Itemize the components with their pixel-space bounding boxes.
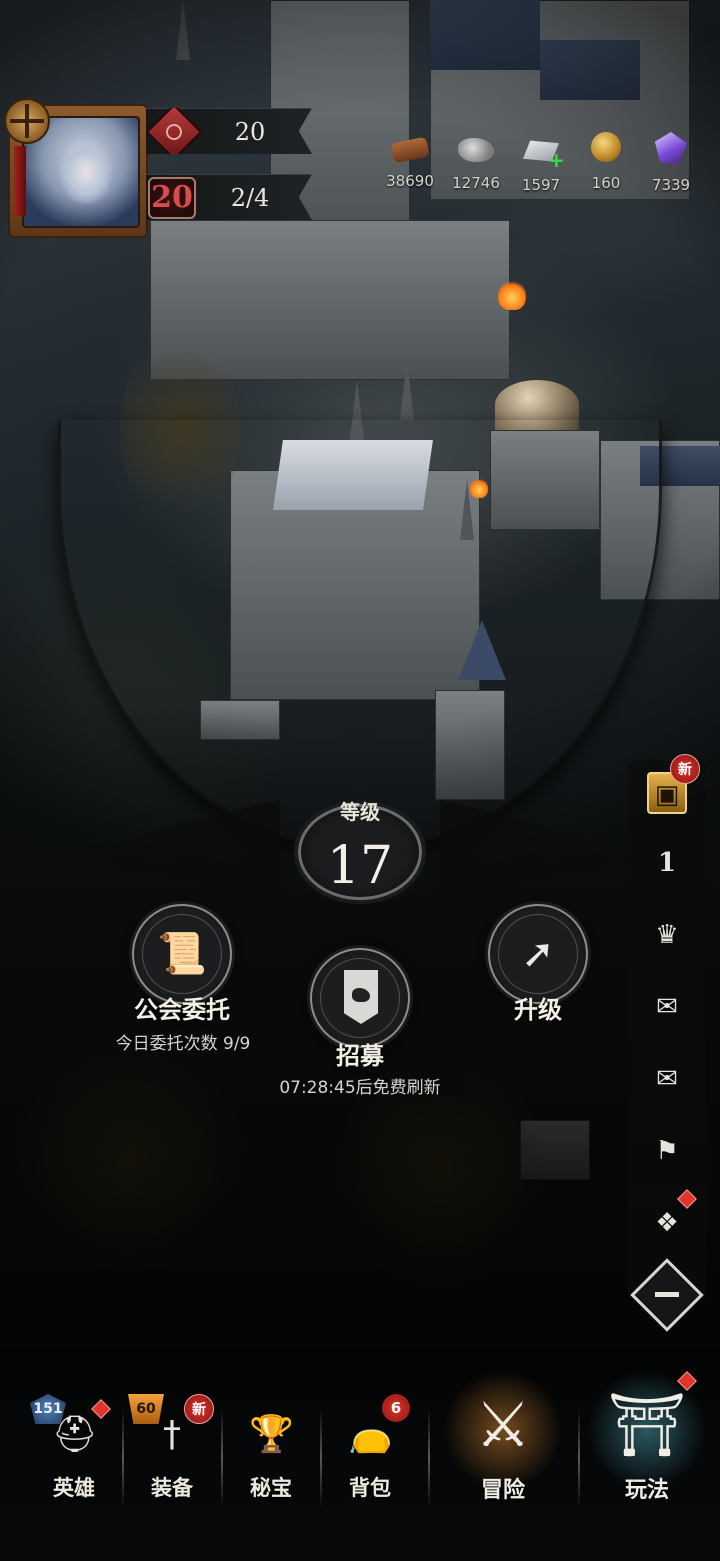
crossed-swords-icon: ⚔ [475,1388,531,1461]
knight-helmet-icon: ⛑ [52,1414,98,1455]
town-level-label: 等级 [340,800,380,824]
nav-gameplay-label: 玩法 [624,1478,669,1503]
nav-heroes[interactable]: 151 ⛑ 英雄 [24,1390,124,1520]
town-level-value: 17 [326,836,394,896]
level-badge: 20 [148,177,196,219]
chalice-icon: 🏆 [249,1414,294,1455]
gothic-arch-icon: ⛩ [607,1388,687,1461]
sidebar-collapse-button[interactable] [630,1258,704,1332]
sidebar-quest[interactable]: ✉ [628,976,706,1038]
scroll-quest-icon: ✉ [656,992,678,1022]
scroll-icon: 📜 [157,931,207,977]
recruit-button[interactable] [310,948,410,1048]
upgrade-label: 升级 [514,996,562,1024]
nav-equipment-label: 装备 [151,1476,193,1500]
resource-iron[interactable]: + 1597 [506,132,576,194]
guild-commission-button[interactable]: 📜 [132,904,232,1004]
resource-stone[interactable]: 12746 [441,132,511,192]
nav-bag[interactable]: 6 👝 背包 [320,1390,420,1520]
guild-commission-label: 公会委托 [134,996,230,1024]
crown-ribbon-icon: ♛ [655,920,679,950]
power-value: 20 [234,118,266,146]
resource-value: 12746 [452,174,500,192]
stone-icon [458,138,494,162]
slots-progress: 2/4 [230,184,270,212]
nav-treasure-label: 秘宝 [250,1476,292,1500]
banner-guild-icon: ⚑ [655,1136,679,1166]
trophy-rank-icon: 1 [647,842,687,884]
arrow-up-icon: ➚ [521,931,555,977]
level-slots-bar[interactable]: 20 2/4 [146,174,312,220]
nav-heroes-label: 英雄 [53,1476,95,1500]
resource-value: 7339 [651,176,691,194]
guild-commission-count: 今日委托次数 9/9 [94,1028,272,1055]
upgrade-button[interactable]: ➚ [488,904,588,1004]
sidebar-ranking[interactable]: 1 [628,832,706,894]
town-level-emblem[interactable]: 17 等级 [50,790,670,910]
new-badge: 新 [670,754,700,784]
sidebar-event[interactable]: ▣ 新 [628,754,706,824]
resource-wood[interactable]: 38690 [375,132,445,190]
wood-log-icon [390,136,430,164]
mail-icon: ✉ [656,1064,678,1094]
purple-crystal-icon [654,132,688,164]
player-portrait[interactable] [4,98,148,238]
recruit-label: 招募 [336,1042,384,1070]
sidebar-spellbook[interactable]: ❖ [628,1189,706,1254]
compass-icon [4,98,50,144]
plus-icon: + [548,148,565,172]
resource-value: 1597 [521,176,561,194]
power-bar[interactable]: 20 [146,108,312,154]
resource-value: 160 [591,174,621,192]
bag-icon: 👝 [348,1414,393,1455]
recruit-timer: 07:28:45后免费刷新 [256,1072,464,1099]
resource-value: 38690 [386,172,434,190]
rank-number: 1 [657,848,677,878]
sword-icon: † [163,1414,181,1455]
right-sidebar: ▣ 新 1 ♛ ✉ ✉ ⚑ ❖ [628,754,706,1300]
minus-icon [655,1292,679,1297]
sidebar-guild[interactable]: ⚑ [628,1120,706,1182]
gold-coin-icon [591,132,621,162]
red-ribbon [14,146,26,216]
nav-adventure[interactable]: ⚔ 冒险 [428,1370,578,1561]
sidebar-mail[interactable]: ✉ [628,1048,706,1110]
sidebar-honor[interactable]: ♛ [628,904,706,966]
resource-crystal[interactable]: 7339 [636,132,706,194]
nav-bag-label: 背包 [349,1476,391,1500]
nav-equipment[interactable]: 60 新 † 装备 [122,1390,222,1520]
banner-icon [344,970,378,1024]
nav-adventure-label: 冒险 [480,1478,525,1503]
nav-gameplay[interactable]: ⛩ 玩法 [572,1370,720,1561]
nav-treasure[interactable]: 🏆 秘宝 [221,1390,321,1520]
spellbook-icon: ❖ [655,1208,679,1238]
resource-gold[interactable]: 160 [571,132,641,192]
power-diamond-icon [146,108,203,154]
